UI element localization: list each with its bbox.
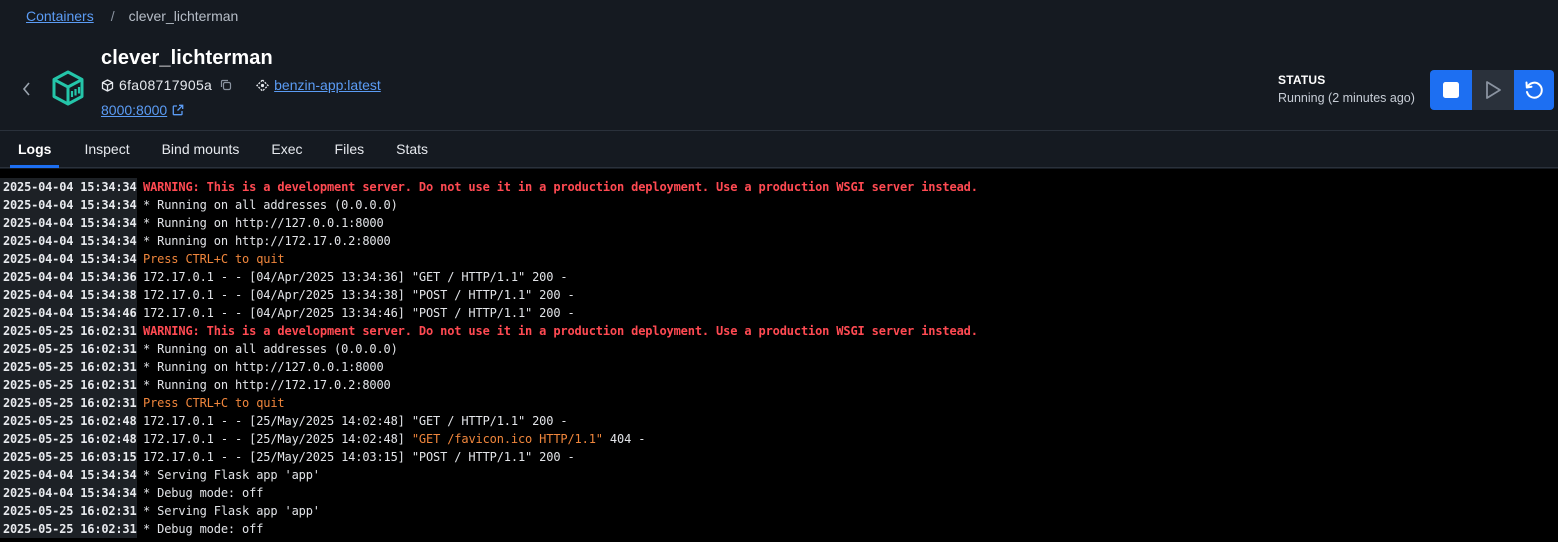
- log-line: 2025-05-25 16:02:31 Press CTRL+C to quit: [0, 394, 1558, 412]
- tab-logs[interactable]: Logs: [9, 131, 61, 168]
- restart-icon: [1525, 81, 1543, 99]
- log-timestamp: 2025-04-04 15:34:34: [0, 178, 137, 196]
- log-message: * Debug mode: off: [143, 486, 264, 500]
- log-line: 2025-05-25 16:02:31 * Running on http://1…: [0, 358, 1558, 376]
- breadcrumb-separator: /: [110, 8, 115, 24]
- log-line: 2025-04-04 15:34:34 Press CTRL+C to quit: [0, 250, 1558, 268]
- log-timestamp: 2025-05-25 16:02:31: [0, 394, 137, 412]
- log-line: 2025-04-04 15:34:34 * Running on http://1…: [0, 214, 1558, 232]
- log-line: 2025-04-04 15:34:34 * Running on all addr…: [0, 196, 1558, 214]
- log-message: 172.17.0.1 - - [04/Apr/2025 13:34:38] "P…: [143, 288, 575, 302]
- log-timestamp: 2025-05-25 16:02:31: [0, 502, 137, 520]
- container-icon: [51, 70, 85, 106]
- log-message: 172.17.0.1 - - [04/Apr/2025 13:34:36] "G…: [143, 270, 568, 284]
- port-mapping: 8000:8000: [101, 102, 184, 118]
- breadcrumb: Containers / clever_lichterman: [26, 7, 238, 25]
- container-header: clever_lichterman 6fa08717905a benzin-ap…: [0, 40, 1558, 130]
- log-timestamp: 2025-05-25 16:02:31: [0, 340, 137, 358]
- port-link[interactable]: 8000:8000: [101, 102, 167, 118]
- container-actions: [1430, 70, 1554, 110]
- log-message: * Running on all addresses (0.0.0.0): [143, 198, 398, 212]
- copy-icon[interactable]: [220, 79, 232, 91]
- log-message: 172.17.0.1 - - [25/May/2025 14:02:48] "G…: [143, 414, 568, 428]
- image-layers-icon: [256, 78, 270, 92]
- play-icon: [1486, 81, 1501, 99]
- log-timestamp: 2025-05-25 16:02:31: [0, 520, 137, 538]
- log-line: 2025-04-04 15:34:46 172.17.0.1 - - [04/Ap…: [0, 304, 1558, 322]
- log-timestamp: 2025-04-04 15:34:34: [0, 484, 137, 502]
- breadcrumb-current: clever_lichterman: [128, 8, 239, 24]
- log-timestamp: 2025-04-04 15:34:34: [0, 196, 137, 214]
- log-message-segment: 172.17.0.1 - - [25/May/2025 14:02:48]: [143, 432, 412, 446]
- log-timestamp: 2025-04-04 15:34:34: [0, 214, 137, 232]
- log-line: 2025-05-25 16:03:15 172.17.0.1 - - [25/Ma…: [0, 448, 1558, 466]
- log-line: 2025-05-25 16:02:48 172.17.0.1 - - [25/Ma…: [0, 430, 1558, 448]
- restart-button[interactable]: [1514, 70, 1554, 110]
- log-line: 2025-05-25 16:02:31 * Running on all addr…: [0, 340, 1558, 358]
- container-name: clever_lichterman: [101, 47, 273, 69]
- external-link-icon[interactable]: [172, 104, 184, 116]
- log-line: 2025-05-25 16:02:48 172.17.0.1 - - [25/Ma…: [0, 412, 1558, 430]
- log-timestamp: 2025-05-25 16:02:31: [0, 322, 137, 340]
- breadcrumb-containers-link[interactable]: Containers: [26, 8, 94, 24]
- log-timestamp: 2025-05-25 16:02:31: [0, 376, 137, 394]
- start-button[interactable]: [1472, 70, 1514, 110]
- log-timestamp: 2025-05-25 16:02:48: [0, 430, 137, 448]
- log-message: 172.17.0.1 - - [25/May/2025 14:03:15] "P…: [143, 450, 575, 464]
- log-message: * Running on http://127.0.0.1:8000: [143, 216, 384, 230]
- log-message-segment: "GET /favicon.ico HTTP/1.1": [411, 432, 603, 446]
- back-button[interactable]: [18, 80, 34, 98]
- log-message: Press CTRL+C to quit: [143, 396, 285, 410]
- log-message: * Debug mode: off: [143, 522, 264, 536]
- log-line: 2025-04-04 15:34:34 * Serving Flask app '…: [0, 466, 1558, 484]
- log-message: 172.17.0.1 - - [04/Apr/2025 13:34:46] "P…: [143, 306, 575, 320]
- log-timestamp: 2025-04-04 15:34:34: [0, 466, 137, 484]
- log-message: * Serving Flask app 'app': [143, 504, 320, 518]
- tab-bind-mounts[interactable]: Bind mounts: [162, 131, 240, 167]
- log-line: 2025-04-04 15:34:34 * Running on http://1…: [0, 232, 1558, 250]
- stop-button[interactable]: [1430, 70, 1472, 110]
- log-message-segment: 404 -: [602, 432, 646, 446]
- container-meta: 6fa08717905a benzin-app:latest: [101, 77, 381, 93]
- log-timestamp: 2025-04-04 15:34:34: [0, 250, 137, 268]
- log-line: 2025-05-25 16:02:31 * Serving Flask app '…: [0, 502, 1558, 520]
- log-message: * Running on all addresses (0.0.0.0): [143, 342, 398, 356]
- log-line: 2025-04-04 15:34:34 WARNING: This is a de…: [0, 178, 1558, 196]
- log-message: Press CTRL+C to quit: [143, 252, 285, 266]
- log-timestamp: 2025-04-04 15:34:38: [0, 286, 137, 304]
- log-timestamp: 2025-05-25 16:03:15: [0, 448, 137, 466]
- chevron-left-icon: [22, 82, 30, 96]
- log-line: 2025-04-04 15:34:38 172.17.0.1 - - [04/Ap…: [0, 286, 1558, 304]
- tab-files[interactable]: Files: [335, 131, 365, 167]
- log-timestamp: 2025-05-25 16:02:48: [0, 412, 137, 430]
- image-link[interactable]: benzin-app:latest: [274, 77, 381, 93]
- status-block: STATUS Running (2 minutes ago): [1278, 73, 1415, 105]
- log-timestamp: 2025-04-04 15:34:46: [0, 304, 137, 322]
- log-message: WARNING: This is a development server. D…: [143, 324, 978, 338]
- status-label: STATUS: [1278, 73, 1326, 87]
- log-message: 172.17.0.1 - - [25/May/2025 14:02:48] "G…: [137, 432, 645, 446]
- tab-inspect[interactable]: Inspect: [84, 131, 129, 167]
- cube-icon: [101, 78, 114, 92]
- log-timestamp: 2025-04-04 15:34:36: [0, 268, 137, 286]
- stop-icon: [1443, 82, 1459, 98]
- log-line: 2025-04-04 15:34:36 172.17.0.1 - - [04/Ap…: [0, 268, 1558, 286]
- log-message: * Serving Flask app 'app': [143, 468, 320, 482]
- log-output[interactable]: 2025-04-04 15:34:34 WARNING: This is a de…: [0, 169, 1558, 542]
- tab-bar: Logs Inspect Bind mounts Exec Files Stat…: [0, 130, 1558, 168]
- tab-exec[interactable]: Exec: [271, 131, 302, 167]
- log-message: * Running on http://127.0.0.1:8000: [143, 360, 384, 374]
- log-line: 2025-05-25 16:02:31 * Running on http://1…: [0, 376, 1558, 394]
- log-message: * Running on http://172.17.0.2:8000: [143, 234, 391, 248]
- log-message: * Running on http://172.17.0.2:8000: [143, 378, 391, 392]
- log-line: 2025-05-25 16:02:31 * Debug mode: off: [0, 520, 1558, 538]
- log-timestamp: 2025-05-25 16:02:31: [0, 358, 137, 376]
- log-line: 2025-04-04 15:34:34 * Debug mode: off: [0, 484, 1558, 502]
- log-line: 2025-05-25 16:02:31 WARNING: This is a de…: [0, 322, 1558, 340]
- log-timestamp: 2025-04-04 15:34:34: [0, 232, 137, 250]
- tab-stats[interactable]: Stats: [396, 131, 428, 167]
- status-value: Running (2 minutes ago): [1278, 91, 1415, 105]
- log-message: WARNING: This is a development server. D…: [143, 180, 978, 194]
- container-id: 6fa08717905a: [119, 77, 213, 93]
